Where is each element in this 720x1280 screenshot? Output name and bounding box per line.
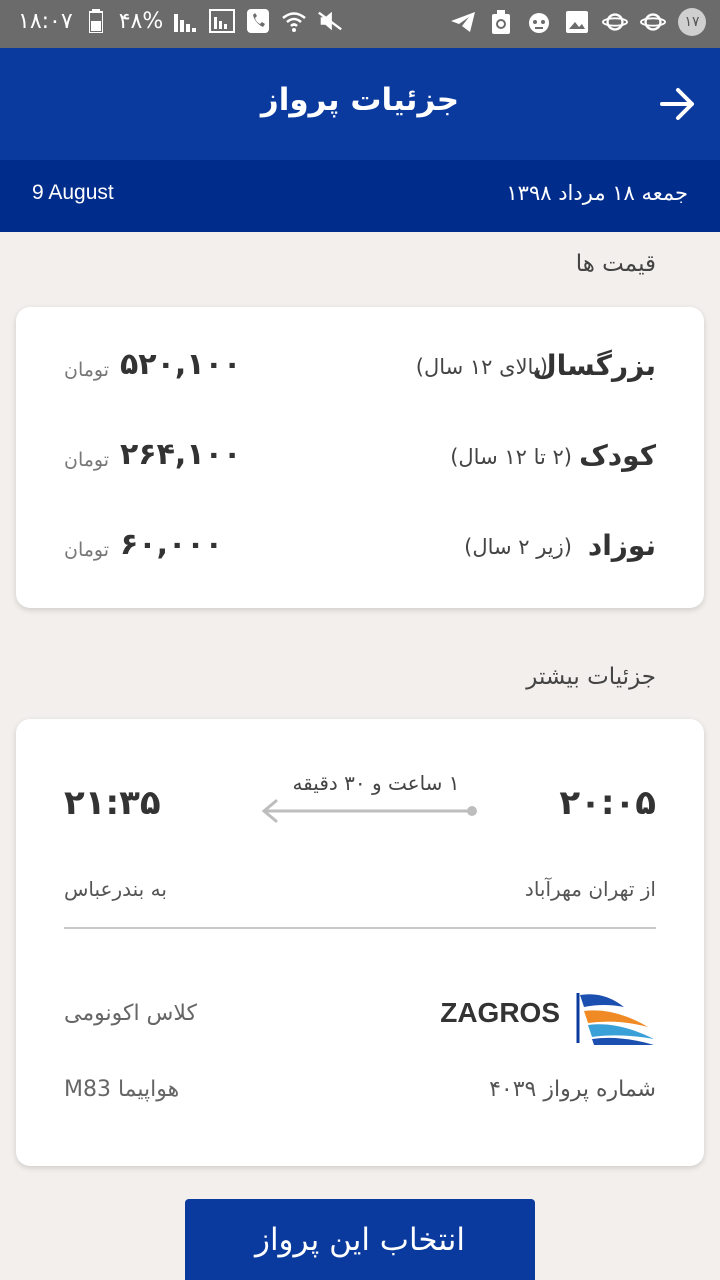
battery-icon bbox=[83, 8, 109, 34]
wifi-icon bbox=[281, 8, 307, 34]
price-currency: تومان bbox=[64, 359, 110, 381]
flight-details-card: ۲۰:۰۵ ۱ ساعت و ۳۰ دقیقه ۲۱:۳۵ از تهران م… bbox=[16, 719, 704, 1166]
origin-city: از تهران مهرآباد bbox=[524, 877, 656, 901]
date-bar: 9 August جمعه ۱۸ مرداد ۱۳۹۸ bbox=[0, 160, 720, 232]
prices-section-title: قیمت ها bbox=[575, 251, 656, 277]
divider bbox=[64, 927, 656, 929]
aircraft-type: هواپیما M83 bbox=[64, 1077, 180, 1102]
price-row-infant: نوزاد (زیر ۲ سال) ۶۰,۰۰۰ تومان bbox=[16, 525, 704, 575]
select-flight-button[interactable]: انتخاب این پرواز bbox=[185, 1199, 535, 1280]
signal-box-icon bbox=[209, 8, 236, 34]
passenger-type: نوزاد bbox=[587, 529, 656, 562]
mute-icon bbox=[317, 8, 343, 34]
status-left: ۱۸:۰۷ ۴۸% bbox=[18, 8, 343, 34]
details-section-title: جزئیات بیشتر bbox=[526, 664, 656, 690]
back-button[interactable] bbox=[656, 82, 700, 126]
flight-duration: ۱ ساعت و ۳۰ دقیقه bbox=[292, 771, 460, 795]
flight-number: شماره پرواز ۴۰۳۹ bbox=[489, 1077, 656, 1102]
cabin-class: کلاس اکونومی bbox=[64, 1001, 198, 1026]
recycle-icon bbox=[488, 9, 514, 35]
price-row-adult: بزرگسال (بالای ۱۲ سال) ۵۲۰,۱۰۰ تومان bbox=[16, 345, 704, 395]
price-amount: ۵۲۰,۱۰۰ bbox=[120, 347, 242, 382]
persian-date: جمعه ۱۸ مرداد ۱۳۹۸ bbox=[506, 181, 688, 205]
status-right: ۱۷ bbox=[450, 8, 706, 36]
airline-name: ZAGROS bbox=[440, 997, 560, 1028]
robot-icon bbox=[526, 9, 552, 35]
arrival-time: ۲۱:۳۵ bbox=[64, 783, 161, 823]
planet-icon bbox=[640, 9, 666, 35]
passenger-age: (۲ تا ۱۲ سال) bbox=[450, 445, 572, 469]
route-arrow-icon bbox=[261, 799, 477, 823]
signal-icon bbox=[173, 8, 199, 34]
clock: ۱۸:۰۷ bbox=[18, 8, 73, 34]
passenger-age: (بالای ۱۲ سال) bbox=[415, 355, 548, 379]
price-currency: تومان bbox=[64, 539, 110, 561]
status-bar: ۱۸:۰۷ ۴۸% ۱۷ bbox=[0, 0, 720, 48]
image-icon bbox=[564, 9, 590, 35]
arrow-right-icon bbox=[660, 88, 694, 120]
gregorian-date: 9 August bbox=[32, 181, 114, 204]
zagros-logo-icon bbox=[576, 993, 654, 1045]
phone-icon bbox=[245, 8, 271, 34]
passenger-age: (زیر ۲ سال) bbox=[464, 535, 572, 559]
planet-icon bbox=[602, 9, 628, 35]
passenger-type: کودک bbox=[579, 439, 656, 472]
prices-card: بزرگسال (بالای ۱۲ سال) ۵۲۰,۱۰۰ تومان کود… bbox=[16, 307, 704, 608]
price-amount: ۶۰,۰۰۰ bbox=[120, 527, 223, 562]
departure-time: ۲۰:۰۵ bbox=[559, 783, 656, 823]
price-currency: تومان bbox=[64, 449, 110, 471]
passenger-type: بزرگسال bbox=[532, 349, 656, 382]
telegram-icon bbox=[450, 9, 476, 35]
price-amount: ۲۶۴,۱۰۰ bbox=[120, 437, 242, 472]
notification-count-badge: ۱۷ bbox=[678, 8, 706, 36]
destination-city: به بندرعباس bbox=[64, 877, 167, 901]
app-bar: جزئیات پرواز bbox=[0, 48, 720, 160]
price-row-child: کودک (۲ تا ۱۲ سال) ۲۶۴,۱۰۰ تومان bbox=[16, 435, 704, 485]
battery-level: ۴۸% bbox=[118, 8, 164, 34]
page-title: جزئیات پرواز bbox=[260, 82, 460, 118]
